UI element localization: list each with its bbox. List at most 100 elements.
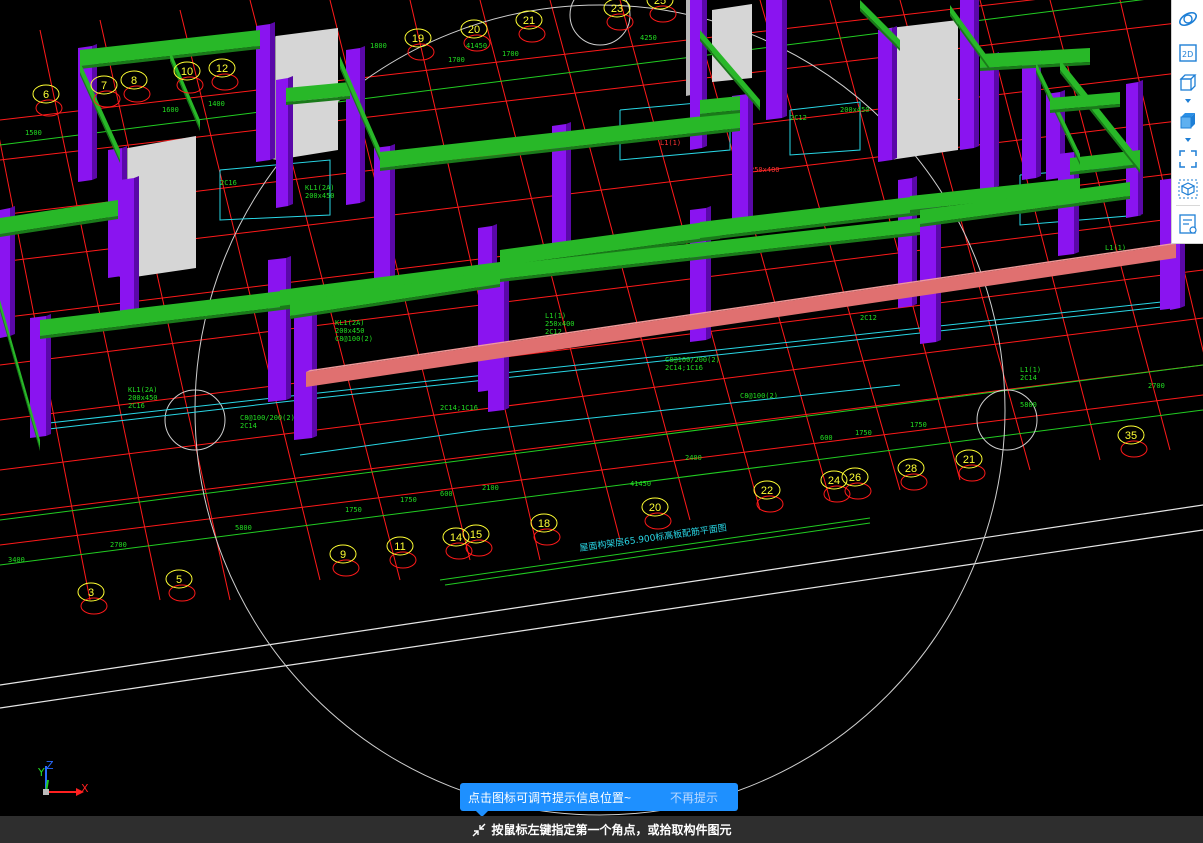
column	[120, 178, 134, 318]
axis-bubble-label: 24	[828, 475, 840, 487]
dim-value: 1400	[208, 100, 225, 108]
fullscreen-button[interactable]	[1175, 146, 1201, 172]
3d-box-view-button[interactable]	[1175, 70, 1201, 96]
axis-bubble-label: 11	[394, 541, 405, 553]
dim-value: 1750	[855, 429, 872, 437]
column	[294, 300, 312, 440]
column	[286, 256, 291, 400]
annotation: KL1(2A)	[128, 386, 158, 394]
annotation: 200x450	[128, 394, 158, 402]
axis-bubble-label: 26	[849, 472, 861, 484]
dim-value: 5800	[1020, 401, 1037, 409]
annotation: C8@100(2)	[740, 392, 778, 400]
column	[974, 0, 979, 148]
annotation: 2C14	[240, 422, 257, 430]
3d-solid-view-button[interactable]	[1175, 108, 1201, 134]
axis-bubble-label: 35	[1125, 430, 1137, 442]
column	[980, 54, 994, 190]
chevron-down-icon[interactable]	[1184, 137, 1192, 143]
2d-view-icon: 2D	[1179, 44, 1197, 62]
hint-message: 点击图标可调节提示信息位置~	[468, 790, 632, 805]
3d-solid-icon	[1180, 113, 1195, 129]
view-toolbar: 2D	[1171, 0, 1203, 244]
y-label: Y	[37, 766, 45, 779]
2d-view-label: 2D	[1182, 50, 1193, 59]
orbit-button[interactable]	[1175, 6, 1201, 32]
wall	[890, 20, 958, 160]
hint-tooltip[interactable]: 点击图标可调节提示信息位置~ 不再提示	[460, 783, 738, 817]
dim-value: 2700	[110, 541, 127, 549]
annotation: C8@100/200(2)	[665, 356, 720, 364]
column	[312, 298, 317, 438]
dim-value: 600	[820, 434, 833, 442]
collapse-arrows-icon[interactable]	[471, 822, 487, 838]
annotation: 200x450	[840, 106, 870, 114]
annotation: KL1(2A)	[335, 319, 365, 327]
dim-value: 4250	[640, 34, 657, 42]
column	[766, 0, 782, 120]
annotation: 200x450	[305, 192, 335, 200]
annotation: KL1(2A)	[305, 184, 335, 192]
dim-value: 1750	[910, 421, 927, 429]
annotation: L1(1)	[660, 139, 681, 147]
axis-bubble-label: 3	[88, 587, 94, 599]
chevron-down-icon[interactable]	[1184, 98, 1192, 104]
axis-bubble-label: 14	[450, 532, 462, 544]
axis-bubble-label: 18	[538, 518, 550, 530]
cube-select-button[interactable]	[1175, 176, 1201, 202]
2d-view-button[interactable]: 2D	[1175, 40, 1201, 66]
column	[268, 258, 286, 402]
column	[748, 92, 753, 228]
axis-bubble-label: 23	[611, 3, 623, 15]
axis-bubble-label: 9	[340, 549, 346, 561]
axis-bubble-label: 20	[649, 502, 661, 514]
dim-value: 5800	[235, 524, 252, 532]
annotation: 200x450	[335, 327, 365, 335]
dim-value: 1700	[502, 50, 519, 58]
dim-value: 1750	[345, 506, 362, 514]
axis-bubble-label: 21	[523, 15, 535, 27]
annotation: 250x400	[545, 320, 575, 328]
column	[134, 176, 139, 316]
axis-bubble-label: 19	[412, 33, 424, 45]
dim-value: 2400	[685, 454, 702, 462]
fullscreen-icon	[1179, 150, 1197, 168]
axis-bubble-label: 22	[761, 485, 773, 497]
axis-gizmo: Y Z X	[37, 759, 89, 796]
annotation: 2C14	[1020, 374, 1037, 382]
dim-value: 1700	[448, 56, 465, 64]
dim-value: 41450	[466, 42, 487, 50]
annotation: 250x400	[750, 166, 780, 174]
axis-bubble-label: 5	[176, 574, 182, 586]
axis-bubble-label: 12	[216, 63, 228, 75]
axis-bubble-label: 25	[654, 0, 666, 7]
column	[346, 48, 360, 205]
annotation: C8@100/200(2)	[240, 414, 295, 422]
cad-3d-viewport[interactable]: KL1(2A) 200x450 2C16 C8@100/200(2) 2C14 …	[0, 0, 1203, 816]
list-view-icon	[1179, 214, 1197, 234]
dim-value: 41450	[630, 480, 651, 488]
axis-bubble-label: 6	[43, 89, 49, 101]
dont-show-again-link[interactable]: 不再提示	[670, 789, 718, 806]
command-prompt-bar: 按鼠标左键指定第一个角点，或拾取构件图元	[0, 816, 1203, 843]
dim-value: 1500	[25, 129, 42, 137]
column	[994, 52, 999, 188]
axis-bubble-label: 15	[470, 529, 482, 541]
list-view-button[interactable]	[1175, 211, 1201, 237]
annotation: 2C14;1C16	[665, 364, 703, 372]
command-prompt-text: 按鼠标左键指定第一个角点，或拾取构件图元	[491, 823, 732, 837]
annotation: 2C12	[790, 114, 807, 122]
drawing-canvas[interactable]: KL1(2A) 200x450 2C16 C8@100/200(2) 2C14 …	[0, 0, 1203, 816]
dim-value: 1600	[162, 106, 179, 114]
dim-value: 2100	[482, 484, 499, 492]
dim-value: 1800	[370, 42, 387, 50]
annotation: 2C14;1C16	[440, 404, 478, 412]
x-label: X	[81, 782, 89, 795]
column	[878, 28, 892, 162]
column	[1022, 52, 1036, 180]
axis-bubble-label: 28	[905, 463, 917, 475]
annotation: C8@100(2)	[335, 335, 373, 343]
origin-cube	[43, 789, 49, 795]
axis-bubble-label: 10	[181, 66, 193, 78]
column	[782, 0, 787, 118]
